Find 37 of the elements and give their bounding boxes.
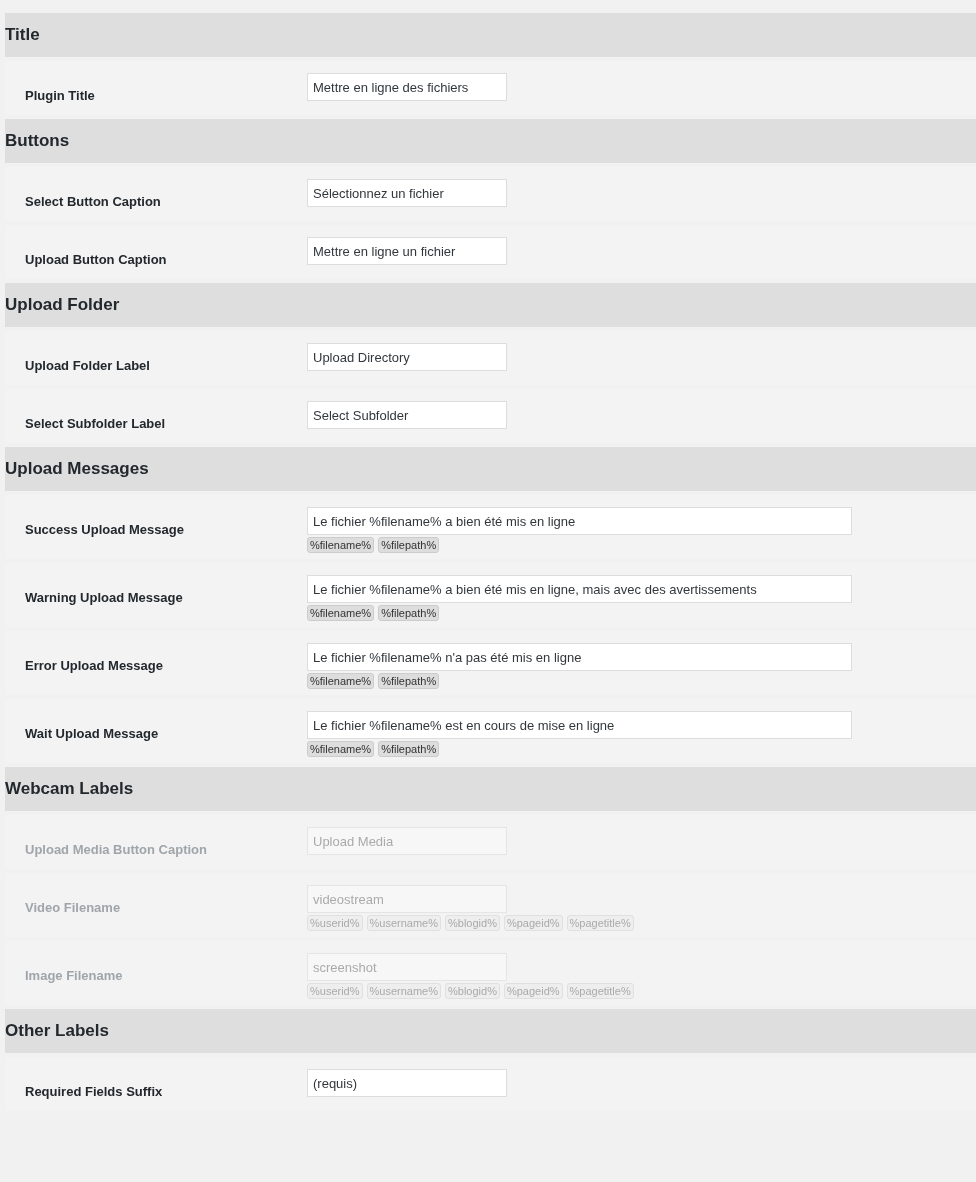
text-field[interactable]: (requis)	[307, 1069, 507, 1097]
variable-tag[interactable]: %filename%	[307, 673, 375, 689]
text-field[interactable]: Select Subfolder	[307, 401, 507, 429]
field-label: Wait Upload Message	[24, 726, 160, 741]
text-field[interactable]: Le fichier %filename% a bien été mis en ligne	[307, 507, 852, 535]
section-header: Upload Messages	[5, 447, 976, 491]
variable-tag[interactable]: %filepath%	[378, 673, 440, 689]
text-field[interactable]: Le fichier %filename% n'a pas été mis en ligne	[307, 643, 852, 671]
text-field[interactable]: Mettre en ligne des fichiers	[307, 73, 507, 101]
text-field[interactable]: Mettre en ligne un fichier	[307, 237, 507, 265]
field-label: Upload Button Caption	[24, 252, 168, 267]
variable-tag[interactable]: %filename%	[307, 741, 375, 757]
field-label: Plugin Title	[24, 88, 96, 103]
section-header: Webcam Labels	[5, 767, 976, 811]
text-field[interactable]: Upload Directory	[307, 343, 507, 371]
field-label: Error Upload Message	[24, 658, 164, 673]
field-label: Success Upload Message	[24, 522, 185, 537]
variable-tag[interactable]: %filename%	[307, 605, 375, 621]
field-label: Select Button Caption	[24, 194, 162, 209]
section-header: Upload Folder	[5, 283, 976, 327]
variable-tag[interactable]: %filepath%	[378, 741, 440, 757]
text-field[interactable]: Le fichier %filename% est en cours de mise en ligne	[307, 711, 852, 739]
variable-tag[interactable]: %filepath%	[378, 605, 440, 621]
section-header: Buttons	[5, 119, 976, 163]
field-label: Required Fields Suffix	[24, 1084, 164, 1099]
text-field[interactable]: Sélectionnez un fichier	[307, 179, 507, 207]
section-header: Title	[5, 13, 976, 57]
field-label: Select Subfolder Label	[24, 416, 167, 431]
text-field[interactable]: Le fichier %filename% a bien été mis en ligne, mais avec des avertissements	[307, 575, 852, 603]
variable-tag[interactable]: %filename%	[307, 537, 375, 553]
field-label: Video Filename	[24, 900, 122, 915]
field-label: Upload Folder Label	[24, 358, 151, 373]
field-label: Image Filename	[24, 968, 124, 983]
section-header: Other Labels	[5, 1009, 976, 1053]
field-label: Upload Media Button Caption	[24, 842, 208, 857]
field-label: Warning Upload Message	[24, 590, 184, 605]
variable-tag[interactable]: %filepath%	[378, 537, 440, 553]
